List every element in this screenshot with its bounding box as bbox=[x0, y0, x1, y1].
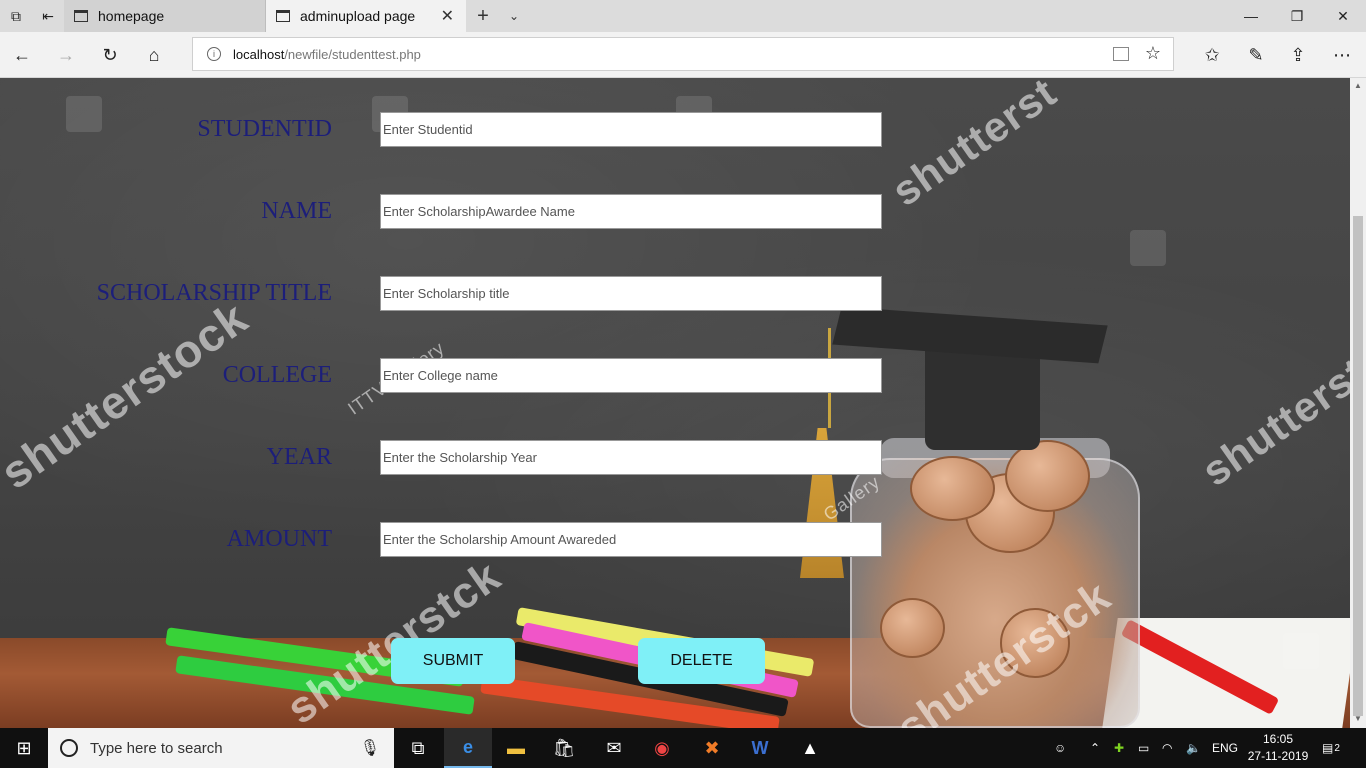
watermark: shutterst bbox=[1193, 348, 1350, 495]
refresh-icon[interactable]: ↻ bbox=[94, 39, 126, 71]
college-row: COLLEGE bbox=[0, 358, 900, 394]
coin-decoration bbox=[910, 456, 995, 521]
photos-icon[interactable]: ▲ bbox=[786, 728, 834, 768]
tab-label: homepage bbox=[98, 8, 165, 24]
file-explorer-icon[interactable]: ▬ bbox=[492, 728, 540, 768]
name-label: NAME bbox=[261, 198, 332, 224]
language-indicator[interactable]: ENG bbox=[1212, 728, 1238, 768]
watermark-logo-icon bbox=[1283, 633, 1319, 669]
scholarship-title-row: SCHOLARSHIP TITLE bbox=[0, 276, 900, 312]
name-input[interactable] bbox=[380, 194, 882, 229]
address-bar[interactable]: i localhost /newfile/studenttest.php ☆ bbox=[192, 37, 1174, 71]
navigation-bar: ← → ↻ ⌂ i localhost /newfile/studenttest… bbox=[0, 32, 1366, 78]
security-icon[interactable]: ✚ bbox=[1114, 728, 1124, 768]
volume-icon[interactable]: 🔈 bbox=[1186, 728, 1201, 768]
chrome-icon[interactable]: ◉ bbox=[638, 728, 686, 768]
coin-decoration bbox=[1005, 440, 1090, 512]
studentid-label: STUDENTID bbox=[197, 116, 332, 142]
amount-row: AMOUNT bbox=[0, 522, 900, 558]
scholarship-title-input[interactable] bbox=[380, 276, 882, 311]
tab-homepage[interactable]: homepage bbox=[64, 0, 266, 32]
new-tab-button[interactable]: + bbox=[470, 0, 496, 32]
web-note-icon[interactable]: ✎ bbox=[1240, 39, 1272, 71]
store-icon[interactable]: 🛍 bbox=[540, 728, 588, 768]
scroll-thumb[interactable] bbox=[1353, 216, 1363, 716]
college-input[interactable] bbox=[380, 358, 882, 393]
wifi-icon[interactable]: ◠ bbox=[1162, 728, 1172, 768]
watermark: shutterst bbox=[883, 78, 1065, 215]
year-input[interactable] bbox=[380, 440, 882, 475]
close-tab-icon[interactable]: ✕ bbox=[441, 6, 454, 26]
battery-icon[interactable]: ▭ bbox=[1138, 728, 1149, 768]
site-info-icon[interactable]: i bbox=[207, 47, 221, 61]
clock[interactable]: 16:05 27-11-2019 bbox=[1246, 731, 1310, 765]
taskbar-search-box[interactable]: Type here to search 🎙 bbox=[48, 728, 394, 768]
graduation-cap-decoration bbox=[925, 350, 1040, 450]
page-scrollbar[interactable]: ▲ ▼ bbox=[1350, 78, 1366, 728]
show-hidden-icons-chevron-icon[interactable]: ⌃ bbox=[1090, 728, 1100, 768]
page-favicon-icon bbox=[276, 10, 290, 22]
scroll-down-icon[interactable]: ▼ bbox=[1353, 714, 1363, 724]
minimize-icon[interactable]: — bbox=[1228, 0, 1274, 32]
favorite-star-icon[interactable]: ☆ bbox=[1145, 43, 1161, 64]
name-row: NAME bbox=[0, 194, 900, 230]
page-content: shutterst shutterstock shutterst shutter… bbox=[0, 78, 1350, 728]
back-icon[interactable]: ← bbox=[6, 39, 38, 71]
amount-input[interactable] bbox=[380, 522, 882, 557]
action-center-icon[interactable]: ▤ 2 bbox=[1322, 728, 1340, 768]
tab-list-chevron-icon[interactable]: ⌄ bbox=[500, 0, 528, 32]
microphone-icon[interactable]: 🎙 bbox=[360, 738, 380, 758]
word-icon[interactable]: W bbox=[736, 728, 784, 768]
people-icon[interactable]: ☺ bbox=[1054, 728, 1066, 768]
taskbar: ⊞ Type here to search 🎙 ⧉ e ▬ 🛍 ✉ ◉ ✖ W … bbox=[0, 728, 1366, 768]
favorites-list-icon[interactable]: ✩ bbox=[1196, 39, 1228, 71]
url-host: localhost bbox=[233, 46, 285, 62]
forward-icon[interactable]: → bbox=[50, 39, 82, 71]
tab-actions-icon[interactable]: ⧉ bbox=[0, 0, 32, 32]
page-favicon-icon bbox=[74, 10, 88, 22]
studentid-row: STUDENTID bbox=[0, 112, 900, 148]
clock-date: 27-11-2019 bbox=[1247, 749, 1309, 763]
set-tabs-aside-icon[interactable]: ⇤ bbox=[32, 0, 64, 32]
home-icon[interactable]: ⌂ bbox=[138, 39, 170, 71]
close-window-icon[interactable]: ✕ bbox=[1320, 0, 1366, 32]
xampp-icon[interactable]: ✖ bbox=[688, 728, 736, 768]
search-placeholder: Type here to search bbox=[90, 739, 223, 757]
url-path: /newfile/studenttest.php bbox=[284, 46, 421, 62]
restore-icon[interactable]: ❐ bbox=[1274, 0, 1320, 32]
notification-count-badge: 2 bbox=[1334, 742, 1340, 754]
task-view-icon[interactable]: ⧉ bbox=[394, 728, 442, 768]
submit-button[interactable]: SUBMIT bbox=[391, 638, 515, 684]
tab-label: adminupload page bbox=[300, 8, 416, 24]
more-menu-icon[interactable]: ⋯ bbox=[1326, 39, 1358, 71]
tab-adminupload[interactable]: adminupload page ✕ bbox=[266, 0, 466, 32]
windows-start-icon[interactable]: ⊞ bbox=[0, 728, 48, 768]
coin-decoration bbox=[880, 598, 945, 658]
delete-button[interactable]: DELETE bbox=[638, 638, 765, 684]
share-icon[interactable]: ⇪ bbox=[1282, 39, 1314, 71]
clock-time: 16:05 bbox=[1262, 732, 1294, 746]
college-label: COLLEGE bbox=[222, 362, 332, 388]
watermark-logo-icon bbox=[1130, 230, 1166, 266]
studentid-input[interactable] bbox=[380, 112, 882, 147]
tab-bar: ⧉ ⇤ homepage adminupload page ✕ + ⌄ — ❐ … bbox=[0, 0, 1366, 32]
year-row: YEAR bbox=[0, 440, 900, 476]
scroll-up-icon[interactable]: ▲ bbox=[1353, 81, 1363, 91]
scholarship-title-label: SCHOLARSHIP TITLE bbox=[96, 280, 332, 306]
edge-browser-icon[interactable]: e bbox=[444, 728, 492, 768]
cortana-icon bbox=[60, 739, 78, 757]
reading-view-icon[interactable] bbox=[1113, 47, 1129, 61]
amount-label: AMOUNT bbox=[226, 526, 332, 552]
year-label: YEAR bbox=[266, 444, 332, 470]
mail-icon[interactable]: ✉ bbox=[590, 728, 638, 768]
